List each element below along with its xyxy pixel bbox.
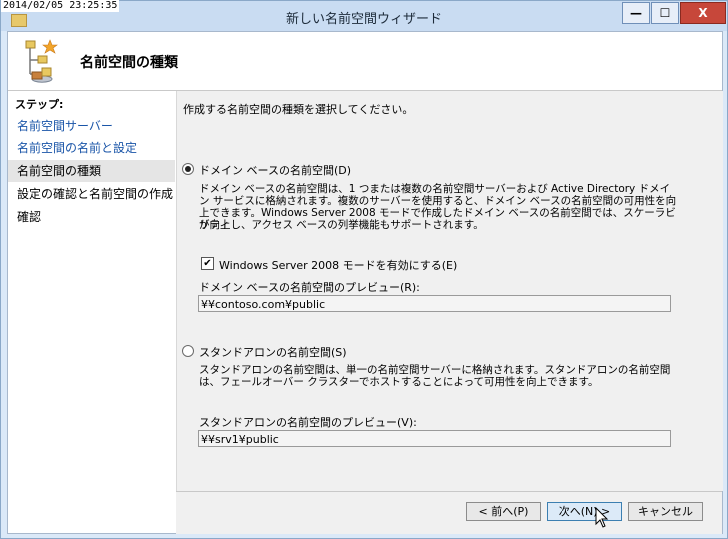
wizard-footer: < 前へ(P) 次へ(N) > キャンセル [176,491,722,534]
step-review-create: 設定の確認と名前空間の作成 [17,187,174,201]
domain-desc-line-1: ドメイン ベースの名前空間は、1 つまたは複数の名前空間サーバーおよび Acti… [199,183,671,195]
standalone-desc-line-1: スタンドアロンの名前空間は、単一の名前空間サーバーに格納されます。スタンドアロン… [199,364,671,376]
standalone-desc-line-2: は、フェールオーバー クラスターでホストすることによって可用性を向上できます。 [199,376,599,388]
domain-preview-label: ドメイン ベースの名前空間のプレビュー(R): [199,281,420,294]
instruction-text: 作成する名前空間の種類を選択してください。 [183,103,414,116]
step-namespace-server[interactable]: 名前空間サーバー [8,115,175,137]
standalone-preview-field[interactable]: ¥¥srv1¥public [198,430,671,447]
back-button[interactable]: < 前へ(P) [466,502,541,521]
domain-based-radio[interactable] [182,163,194,175]
domain-preview-field[interactable]: ¥¥contoso.com¥public [198,295,671,312]
ws2008-mode-label[interactable]: Windows Server 2008 モードを有効にする(E) [219,257,457,273]
step-namespace-name[interactable]: 名前空間の名前と設定 [8,137,175,159]
step-namespace-type: 名前空間の種類 [8,160,175,182]
domain-desc-line-4: が向上し、アクセス ベースの列挙機能もサポートされます。 [199,219,484,231]
mouse-cursor-icon [595,507,609,528]
steps-heading: ステップ: [15,98,64,111]
next-button[interactable]: 次へ(N) > [547,502,622,521]
close-button[interactable]: X [680,2,726,24]
maximize-button[interactable]: ☐ [651,2,679,24]
standalone-radio[interactable] [182,345,194,357]
minimize-button[interactable]: — [622,2,650,24]
page-title: 名前空間の種類 [80,55,178,71]
domain-based-label[interactable]: ドメイン ベースの名前空間(D) [199,162,351,178]
wizard-frame: 名前空間の種類 ステップ: 名前空間サーバー 名前空間の名前と設定 名前空間の種… [7,31,723,534]
domain-desc-line-2: ン サービスに格納されます。複数のサーバーを使用すると、ドメイン ベースの名前空… [199,195,677,207]
step-confirmation: 確認 [17,210,42,224]
main-content: 作成する名前空間の種類を選択してください。 ドメイン ベースの名前空間(D) ド… [176,91,723,491]
wizard-window: 新しい名前空間ウィザード — ☐ X 名前空間の種類 ステップ: 名前空間サーバ… [0,0,728,539]
namespace-wizard-icon [25,39,58,83]
ws2008-mode-checkbox[interactable]: ✔ [201,257,214,270]
wizard-header: 名前空間の種類 [8,32,722,91]
cancel-button[interactable]: キャンセル [628,502,703,521]
steps-sidebar: ステップ: 名前空間サーバー 名前空間の名前と設定 名前空間の種類 設定の確認と… [8,91,175,533]
standalone-preview-label: スタンドアロンの名前空間のプレビュー(V): [199,416,417,429]
standalone-label[interactable]: スタンドアロンの名前空間(S) [199,344,347,360]
timestamp-overlay: 2014/02/05 23:25:35 [1,0,120,12]
